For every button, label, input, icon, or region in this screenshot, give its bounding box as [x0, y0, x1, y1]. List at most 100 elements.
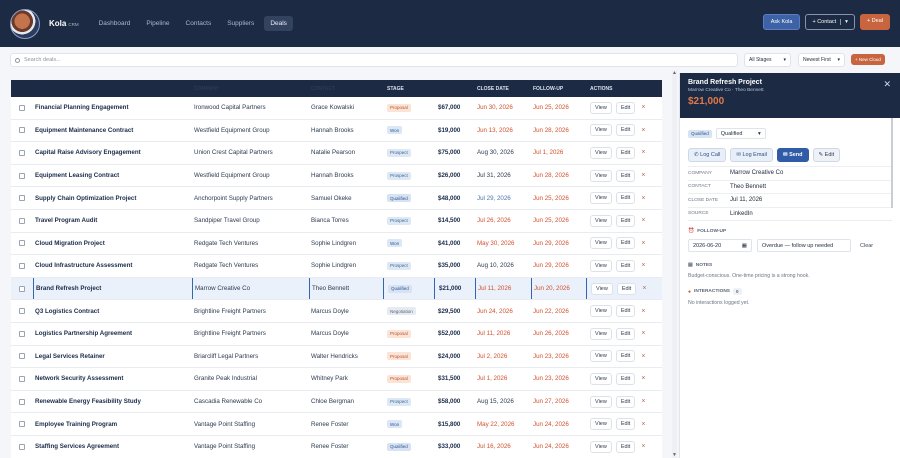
table-row[interactable]: Staffing Services Agreement Vantage Point… — [11, 436, 662, 458]
edit-button[interactable]: Edit — [615, 124, 636, 137]
deal-name[interactable]: Equipment Leasing Contract — [33, 165, 192, 187]
deal-name[interactable]: Financial Planning Engagement — [33, 97, 192, 119]
edit-button[interactable]: Edit — [616, 282, 637, 295]
table-row[interactable]: Equipment Leasing Contract Westfield Equi… — [11, 165, 662, 188]
header-deal[interactable]: DEAL — [33, 80, 192, 97]
deal-name[interactable]: Q3 Logistics Contract — [33, 300, 192, 322]
followup-clear-button[interactable]: Clear — [856, 239, 877, 252]
detail-stage-select[interactable]: Qualified ▾ — [715, 128, 766, 139]
deal-name[interactable]: Cloud Migration Project — [33, 233, 192, 255]
send-button[interactable]: ✉ Send — [776, 148, 809, 162]
nav-contacts[interactable]: Contacts — [180, 16, 218, 31]
row-checkbox[interactable] — [19, 308, 25, 315]
log-call-button[interactable]: ✆ Log Call — [688, 148, 727, 162]
deal-name[interactable]: Supply Chain Optimization Project — [33, 187, 192, 209]
new-cloud-button[interactable]: + New Cloud — [851, 54, 885, 65]
delete-icon[interactable]: × — [641, 127, 645, 134]
table-row[interactable]: Supply Chain Optimization Project Anchorp… — [11, 187, 662, 210]
add-contact-button[interactable]: + Contact ▾ — [805, 14, 855, 30]
row-checkbox[interactable] — [19, 262, 25, 269]
add-deal-button[interactable]: + Deal — [859, 14, 890, 30]
header-close-date[interactable]: CLOSE DATE — [475, 80, 531, 97]
edit-button[interactable]: Edit — [615, 192, 636, 205]
table-row[interactable]: Renewable Energy Feasibility Study Cascad… — [11, 391, 662, 414]
row-checkbox[interactable] — [19, 172, 25, 179]
delete-icon[interactable]: × — [642, 285, 646, 292]
followup-date-input[interactable]: 2026-06-20 ▦ — [688, 239, 752, 252]
header-follow-up[interactable]: FOLLOW-UP — [531, 80, 586, 97]
view-button[interactable]: View — [590, 101, 612, 114]
view-button[interactable]: View — [590, 327, 612, 340]
view-button[interactable]: View — [590, 372, 612, 385]
edit-button[interactable]: Edit — [615, 395, 636, 408]
deal-name[interactable]: Equipment Maintenance Contract — [33, 120, 192, 142]
scroll-up-icon[interactable]: ▲ — [672, 70, 677, 76]
edit-button[interactable]: Edit — [615, 372, 636, 385]
row-checkbox[interactable] — [19, 240, 25, 247]
table-row[interactable]: Cloud Migration Project Redgate Tech Vent… — [11, 233, 662, 256]
row-checkbox[interactable] — [19, 127, 25, 134]
nav-pipeline[interactable]: Pipeline — [140, 16, 175, 31]
deal-name[interactable]: Employee Training Program — [33, 413, 192, 435]
delete-icon[interactable]: × — [641, 195, 645, 202]
deal-name[interactable]: Travel Program Audit — [33, 210, 192, 232]
edit-button[interactable]: Edit — [615, 350, 636, 363]
edit-button[interactable]: Edit — [615, 440, 636, 453]
table-row[interactable]: Logistics Partnership Agreement Brightlin… — [11, 323, 662, 346]
deal-name[interactable]: Capital Raise Advisory Engagement — [33, 142, 192, 164]
delete-icon[interactable]: × — [641, 443, 645, 450]
panel-scrollbar[interactable] — [891, 118, 893, 208]
deal-name[interactable]: Legal Services Retainer — [33, 346, 192, 368]
delete-icon[interactable]: × — [641, 217, 645, 224]
deal-name[interactable]: Logistics Partnership Agreement — [33, 323, 192, 345]
nav-suppliers[interactable]: Suppliers — [221, 16, 260, 31]
row-checkbox[interactable] — [19, 353, 25, 360]
detail-edit-button[interactable]: ✎ Edit — [812, 148, 841, 162]
edit-button[interactable]: Edit — [615, 418, 636, 431]
delete-icon[interactable]: × — [641, 149, 645, 156]
view-button[interactable]: View — [590, 350, 612, 363]
table-row[interactable]: Employee Training Program Vantage Point S… — [11, 413, 662, 436]
delete-icon[interactable]: × — [641, 353, 645, 360]
header-company[interactable]: COMPANY — [192, 80, 309, 97]
view-button[interactable]: View — [590, 440, 612, 453]
view-button[interactable]: View — [590, 169, 612, 182]
edit-button[interactable]: Edit — [615, 146, 636, 159]
log-email-button[interactable]: ✉ Log Email — [730, 148, 773, 162]
nav-dashboard[interactable]: Dashboard — [93, 16, 137, 31]
chevron-down-icon[interactable]: ▾ — [840, 19, 848, 25]
header-value[interactable]: VALUE — [434, 80, 475, 97]
table-row[interactable]: Capital Raise Advisory Engagement Union C… — [11, 142, 662, 165]
followup-note-input[interactable]: Overdue — follow up needed — [757, 239, 851, 252]
row-checkbox[interactable] — [19, 195, 25, 202]
row-checkbox[interactable] — [19, 443, 25, 450]
delete-icon[interactable]: × — [641, 421, 645, 428]
delete-icon[interactable]: × — [641, 398, 645, 405]
row-checkbox[interactable] — [19, 398, 25, 405]
edit-button[interactable]: Edit — [615, 259, 636, 272]
search-input[interactable]: Search deals... — [10, 53, 738, 67]
table-row[interactable]: Equipment Maintenance Contract Westfield … — [11, 120, 662, 143]
row-checkbox[interactable] — [19, 375, 25, 382]
delete-icon[interactable]: × — [641, 172, 645, 179]
ask-kola-button[interactable]: Ask Kola — [762, 14, 801, 30]
table-row[interactable]: Cloud Infrastructure Assessment Redgate T… — [11, 255, 662, 278]
edit-button[interactable]: Edit — [615, 169, 636, 182]
deal-name[interactable]: Cloud Infrastructure Assessment — [33, 255, 192, 277]
header-stage[interactable]: STAGE — [383, 80, 434, 97]
view-button[interactable]: View — [590, 214, 612, 227]
row-checkbox[interactable] — [19, 421, 25, 428]
edit-button[interactable]: Edit — [615, 305, 636, 318]
deal-name[interactable]: Brand Refresh Project — [33, 277, 192, 300]
view-button[interactable]: View — [590, 259, 612, 272]
calendar-icon[interactable]: ▦ — [742, 243, 747, 249]
edit-button[interactable]: Edit — [615, 327, 636, 340]
sort-select[interactable]: Newest First ▾ — [798, 53, 845, 67]
deal-name[interactable]: Network Security Assessment — [33, 368, 192, 390]
table-row[interactable]: Financial Planning Engagement Ironwood Ca… — [11, 97, 662, 120]
view-button[interactable]: View — [590, 192, 612, 205]
table-row[interactable]: Network Security Assessment Granite Peak … — [11, 368, 662, 391]
view-button[interactable]: View — [590, 418, 612, 431]
view-button[interactable]: View — [591, 282, 613, 295]
delete-icon[interactable]: × — [641, 240, 645, 247]
